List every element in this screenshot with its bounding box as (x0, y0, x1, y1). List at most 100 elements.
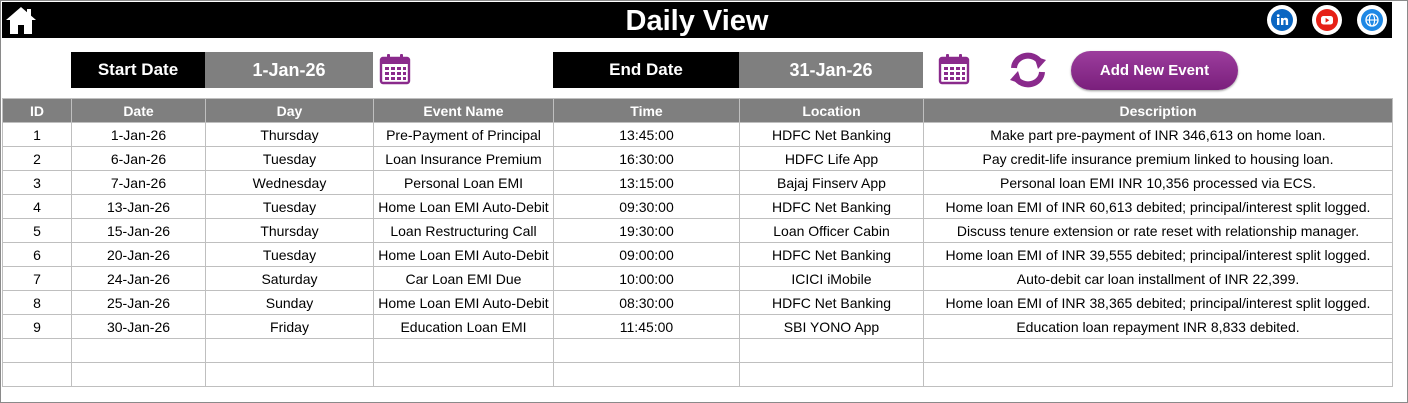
id-cell[interactable]: 3 (2, 170, 72, 195)
time-cell[interactable]: 13:15:00 (553, 170, 740, 195)
id-cell[interactable] (2, 338, 72, 363)
calendar-icon[interactable] (937, 52, 971, 86)
date-cell[interactable]: 25-Jan-26 (71, 290, 206, 315)
youtube-icon[interactable] (1312, 5, 1342, 35)
id-cell[interactable]: 9 (2, 314, 72, 339)
location-cell[interactable]: SBI YONO App (739, 314, 924, 339)
date-cell[interactable]: 20-Jan-26 (71, 242, 206, 267)
event-name-cell[interactable]: Home Loan EMI Auto-Debit (373, 290, 554, 315)
table-row[interactable]: 2 6-Jan-26 Tuesday Loan Insurance Premium 16… (2, 146, 1393, 171)
time-cell[interactable]: 11:45:00 (553, 314, 740, 339)
description-cell[interactable]: Discuss tenure extension or rate reset w… (923, 218, 1393, 243)
description-cell[interactable]: Home loan EMI of INR 60,613 debited; pri… (923, 194, 1393, 219)
day-cell[interactable]: Sunday (205, 290, 374, 315)
date-cell[interactable] (71, 362, 206, 387)
id-cell[interactable]: 2 (2, 146, 72, 171)
time-cell[interactable]: 09:00:00 (553, 242, 740, 267)
table-row[interactable]: 3 7-Jan-26 Wednesday Personal Loan EMI 13:15… (2, 170, 1393, 195)
location-cell[interactable]: Bajaj Finserv App (739, 170, 924, 195)
time-cell[interactable] (553, 338, 740, 363)
table-row[interactable]: 7 24-Jan-26 Saturday Car Loan EMI Due 10:00:… (2, 266, 1393, 291)
location-cell[interactable]: HDFC Net Banking (739, 122, 924, 147)
date-cell[interactable]: 13-Jan-26 (71, 194, 206, 219)
calendar-icon[interactable] (378, 52, 412, 86)
day-cell[interactable] (205, 338, 374, 363)
event-name-cell[interactable] (373, 338, 554, 363)
date-cell[interactable]: 7-Jan-26 (71, 170, 206, 195)
date-cell[interactable]: 6-Jan-26 (71, 146, 206, 171)
description-cell[interactable]: Personal loan EMI INR 10,356 processed v… (923, 170, 1393, 195)
time-cell[interactable]: 08:30:00 (553, 290, 740, 315)
description-cell[interactable]: Education loan repayment INR 8,833 debit… (923, 314, 1393, 339)
day-cell[interactable]: Thursday (205, 122, 374, 147)
description-cell[interactable]: Home loan EMI of INR 38,365 debited; pri… (923, 290, 1393, 315)
description-cell[interactable]: Make part pre-payment of INR 346,613 on … (923, 122, 1393, 147)
location-cell[interactable]: HDFC Life App (739, 146, 924, 171)
time-cell[interactable]: 19:30:00 (553, 218, 740, 243)
event-name-cell[interactable] (373, 362, 554, 387)
date-cell[interactable]: 1-Jan-26 (71, 122, 206, 147)
day-cell[interactable]: Tuesday (205, 194, 374, 219)
id-cell[interactable]: 1 (2, 122, 72, 147)
day-cell[interactable]: Wednesday (205, 170, 374, 195)
add-new-event-button[interactable]: Add New Event (1071, 51, 1238, 90)
event-name-cell[interactable]: Home Loan EMI Auto-Debit (373, 194, 554, 219)
id-cell[interactable]: 4 (2, 194, 72, 219)
day-cell[interactable]: Saturday (205, 266, 374, 291)
globe-icon[interactable] (1357, 5, 1387, 35)
end-date-label: End Date (553, 52, 739, 88)
event-name-cell[interactable]: Education Loan EMI (373, 314, 554, 339)
time-cell[interactable] (553, 362, 740, 387)
column-header-time: Time (553, 98, 740, 123)
location-cell[interactable] (739, 338, 924, 363)
table-row[interactable] (2, 362, 1393, 387)
date-cell[interactable]: 30-Jan-26 (71, 314, 206, 339)
id-cell[interactable]: 5 (2, 218, 72, 243)
event-name-cell[interactable]: Personal Loan EMI (373, 170, 554, 195)
event-name-cell[interactable]: Loan Restructuring Call (373, 218, 554, 243)
id-cell[interactable]: 8 (2, 290, 72, 315)
description-cell[interactable]: Pay credit-life insurance premium linked… (923, 146, 1393, 171)
event-name-cell[interactable]: Car Loan EMI Due (373, 266, 554, 291)
date-cell[interactable]: 24-Jan-26 (71, 266, 206, 291)
refresh-icon[interactable] (1006, 50, 1050, 90)
table-row[interactable]: 4 13-Jan-26 Tuesday Home Loan EMI Auto-Debi… (2, 194, 1393, 219)
date-cell[interactable] (71, 338, 206, 363)
time-cell[interactable]: 13:45:00 (553, 122, 740, 147)
table-row[interactable]: 1 1-Jan-26 Thursday Pre-Payment of Principa… (2, 122, 1393, 147)
day-cell[interactable]: Thursday (205, 218, 374, 243)
description-cell[interactable] (923, 362, 1393, 387)
time-cell[interactable]: 10:00:00 (553, 266, 740, 291)
location-cell[interactable]: HDFC Net Banking (739, 290, 924, 315)
day-cell[interactable]: Tuesday (205, 242, 374, 267)
id-cell[interactable]: 6 (2, 242, 72, 267)
linkedin-icon[interactable] (1267, 5, 1297, 35)
event-name-cell[interactable]: Loan Insurance Premium (373, 146, 554, 171)
location-cell[interactable]: HDFC Net Banking (739, 242, 924, 267)
start-date-field[interactable]: 1-Jan-26 (205, 52, 373, 88)
table-row[interactable]: 9 30-Jan-26 Friday Education Loan EMI 11:45:… (2, 314, 1393, 339)
event-name-cell[interactable]: Pre-Payment of Principal (373, 122, 554, 147)
time-cell[interactable]: 16:30:00 (553, 146, 740, 171)
day-cell[interactable] (205, 362, 374, 387)
id-cell[interactable] (2, 362, 72, 387)
location-cell[interactable]: Loan Officer Cabin (739, 218, 924, 243)
day-cell[interactable]: Tuesday (205, 146, 374, 171)
column-header-location: Location (739, 98, 924, 123)
day-cell[interactable]: Friday (205, 314, 374, 339)
table-row[interactable]: 6 20-Jan-26 Tuesday Home Loan EMI Auto-Debi… (2, 242, 1393, 267)
table-row[interactable]: 8 25-Jan-26 Sunday Home Loan EMI Auto-Debit… (2, 290, 1393, 315)
location-cell[interactable]: ICICI iMobile (739, 266, 924, 291)
location-cell[interactable]: HDFC Net Banking (739, 194, 924, 219)
table-row[interactable] (2, 338, 1393, 363)
event-name-cell[interactable]: Home Loan EMI Auto-Debit (373, 242, 554, 267)
description-cell[interactable] (923, 338, 1393, 363)
location-cell[interactable] (739, 362, 924, 387)
time-cell[interactable]: 09:30:00 (553, 194, 740, 219)
table-row[interactable]: 5 15-Jan-26 Thursday Loan Restructuring Cal… (2, 218, 1393, 243)
id-cell[interactable]: 7 (2, 266, 72, 291)
description-cell[interactable]: Home loan EMI of INR 39,555 debited; pri… (923, 242, 1393, 267)
end-date-field[interactable]: 31-Jan-26 (739, 52, 923, 88)
description-cell[interactable]: Auto-debit car loan installment of INR 2… (923, 266, 1393, 291)
date-cell[interactable]: 15-Jan-26 (71, 218, 206, 243)
